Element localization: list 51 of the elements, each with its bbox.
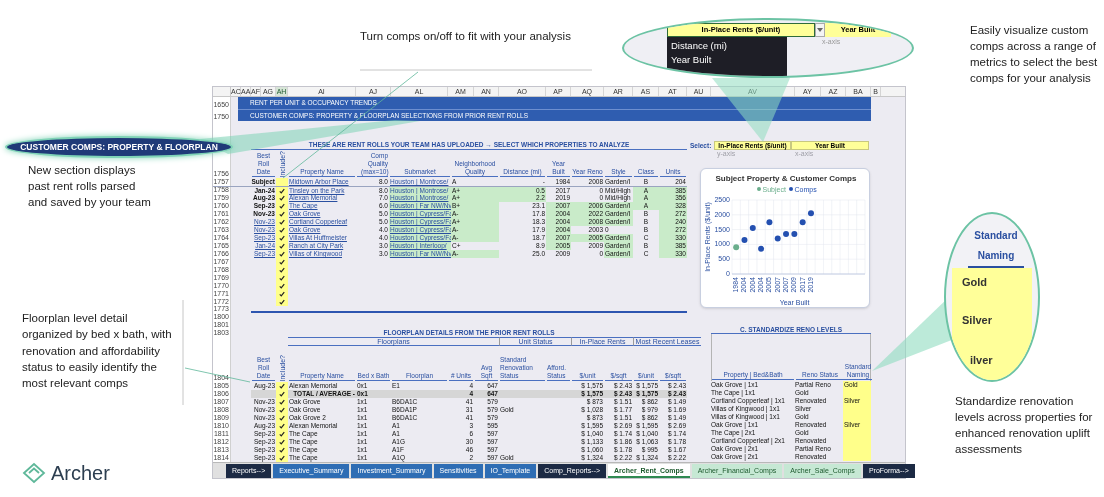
callout-text: New section displays past rent rolls parsed and saved by your team [28, 163, 152, 210]
include-cell[interactable] [276, 242, 288, 250]
include-cell[interactable] [276, 258, 288, 266]
data-point [758, 245, 765, 252]
logo-text: Archer [51, 461, 110, 485]
menu-item[interactable]: Year Built [671, 53, 787, 67]
include-cell[interactable] [276, 298, 288, 306]
naming-cell[interactable] [843, 453, 871, 461]
callout-text: Standardize renovation levels across properties for enhanced renovation uplift assessments [955, 394, 1094, 457]
include-cell[interactable] [276, 438, 288, 446]
include-cell[interactable] [276, 382, 288, 390]
include-cell[interactable] [276, 250, 288, 258]
table-cell [251, 390, 276, 398]
naming-value: Silver [962, 313, 993, 327]
caret-icon [817, 28, 823, 32]
data-point [749, 225, 756, 232]
include-cell[interactable] [276, 226, 288, 234]
include-cell[interactable] [276, 422, 288, 430]
include-cell[interactable] [276, 282, 288, 290]
callout-text: Turn comps on/off to fit with your analysis [360, 29, 572, 44]
data-point [807, 210, 814, 217]
data-point [766, 219, 773, 226]
include-cell[interactable] [276, 234, 288, 242]
logo-icon [22, 462, 46, 484]
include-cell[interactable] [276, 266, 288, 274]
include-cell[interactable] [276, 414, 288, 422]
include-cell[interactable] [276, 406, 288, 414]
include-cell[interactable] [276, 290, 288, 298]
naming-value: Gold [962, 275, 989, 289]
callout-text: Floorplan level detail organized by bed x bath, with renovation and affordability status to easily identify the most relevant comps [22, 311, 173, 392]
section-callout: CUSTOMER COMPS: PROPERTY & FLOORPLAN [5, 136, 233, 158]
menu-item[interactable]: Distance (mi) [671, 39, 787, 53]
include-cell[interactable] [276, 398, 288, 406]
include-cell[interactable] [276, 274, 288, 282]
leader-line [184, 367, 251, 383]
include-cell[interactable] [276, 446, 288, 454]
include-cell[interactable] [276, 210, 288, 218]
dropdown-button[interactable] [815, 23, 825, 37]
include-cell[interactable] [276, 218, 288, 226]
include-cell[interactable] [276, 187, 288, 194]
naming-value: ilver [970, 353, 994, 367]
data-point [774, 235, 781, 242]
include-cell[interactable] [276, 194, 288, 202]
include-cell[interactable] [276, 202, 288, 210]
chart-title: Subject Property & Customer Comps [715, 174, 857, 183]
include-cell[interactable] [276, 454, 288, 462]
data-point [799, 219, 806, 226]
callout-text: Easily visualize custom comps across a range of metrics to select the best comps for your analysis [970, 23, 1099, 86]
include-cell[interactable] [276, 390, 288, 398]
include-cell[interactable] [276, 178, 288, 186]
include-cell[interactable] [276, 430, 288, 438]
